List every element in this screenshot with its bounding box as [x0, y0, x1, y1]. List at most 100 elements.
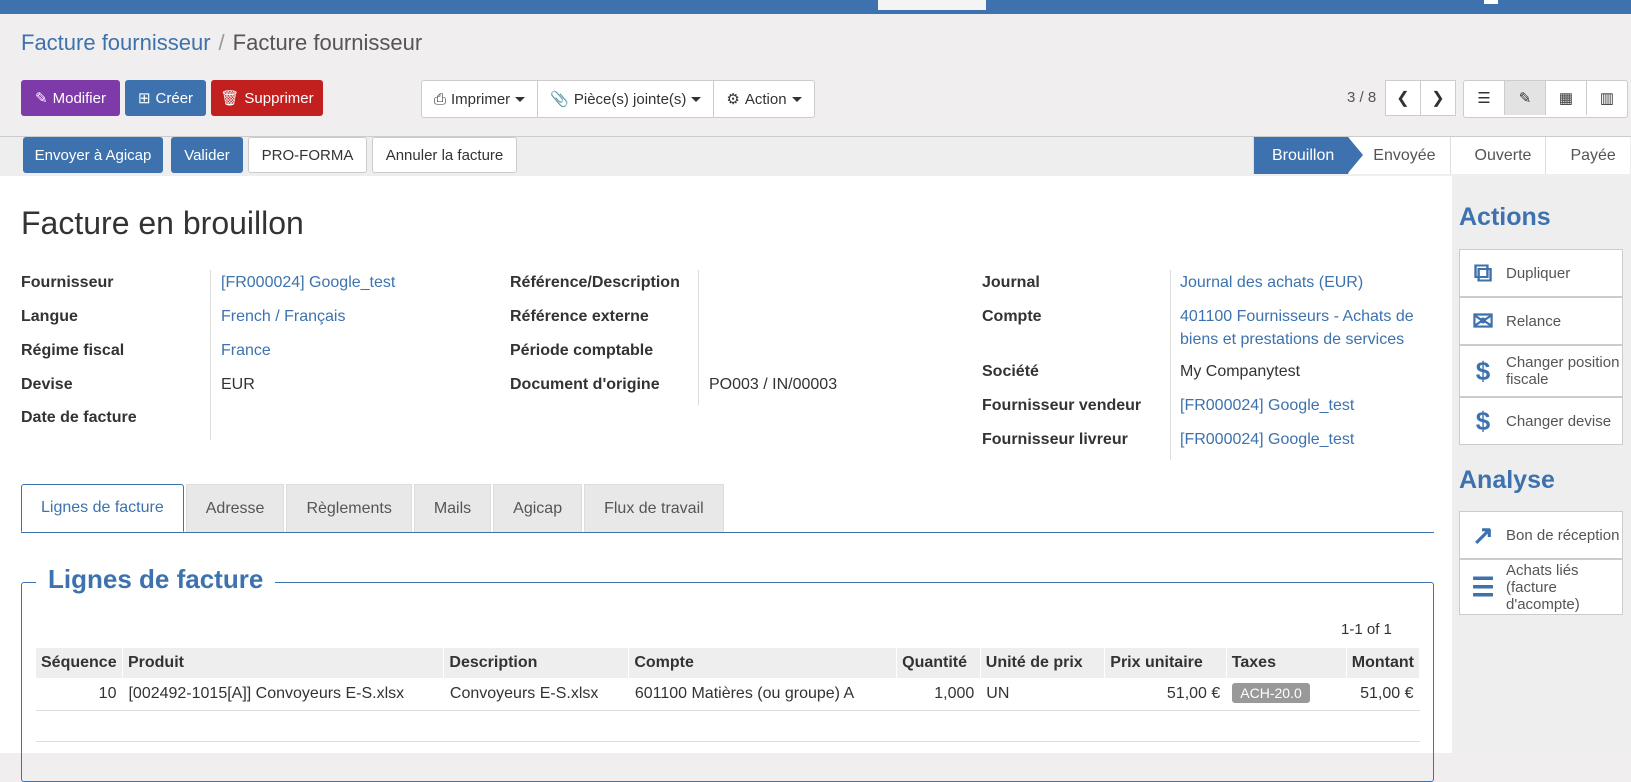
navbar-active-tab[interactable] — [878, 0, 986, 10]
column-divider — [210, 270, 211, 440]
send-agicap-button[interactable]: Envoyer à Agicap — [23, 137, 163, 173]
cell-quantity: 1,000 — [896, 678, 981, 711]
journal-field[interactable]: Journal des achats (EUR) — [1180, 274, 1363, 292]
actions-heading: Actions — [1459, 203, 1551, 231]
linked-purchases-action[interactable]: ☰ Achats liés (facture d'acompte) — [1459, 559, 1623, 615]
invoice-lines-legend: Lignes de facture — [36, 564, 276, 595]
caret-down-icon — [791, 96, 802, 102]
reference-label: Référence/Description — [510, 274, 680, 291]
table-row[interactable]: 10 [002492-1015[A]] Convoyeurs E-S.xlsx … — [36, 678, 1420, 711]
column-header-account[interactable]: Compte — [628, 648, 898, 678]
breadcrumb-parent-link[interactable]: Facture fournisseur — [21, 30, 211, 55]
breadcrumb: Facture fournisseur / Facture fournisseur — [21, 30, 423, 55]
vendor-supplier-field[interactable]: [FR000024] Google_test — [1180, 397, 1354, 415]
attachments-dropdown[interactable]: 📎 Pièce(s) jointe(s) — [538, 81, 715, 117]
toolbar-dropdowns: ⎙ Imprimer 📎 Pièce(s) jointe(s) ⚙ Action — [421, 80, 815, 118]
envelope-icon: ✉ — [1472, 305, 1494, 336]
validate-button[interactable]: Valider — [171, 137, 243, 173]
edit-button[interactable]: ✎ Modifier — [21, 80, 120, 116]
print-dropdown[interactable]: ⎙ Imprimer — [422, 81, 539, 117]
tab-underline — [21, 532, 1434, 533]
change-currency-action[interactable]: $ Changer devise — [1459, 397, 1623, 445]
tab-mails[interactable]: Mails — [413, 484, 492, 532]
stage-open[interactable]: Ouverte — [1449, 137, 1546, 174]
column-header-taxes[interactable]: Taxes — [1226, 648, 1347, 678]
source-document-label: Document d'origine — [510, 376, 660, 393]
delete-button[interactable]: 🗑 Supprimer — [211, 80, 323, 116]
column-header-quantity[interactable]: Quantité — [896, 648, 981, 678]
journal-label: Journal — [982, 274, 1040, 291]
source-document-field[interactable]: PO003 / IN/00003 — [709, 376, 837, 394]
caret-down-icon — [515, 96, 526, 102]
external-reference-label: Référence externe — [510, 308, 649, 325]
status-stages: Brouillon Envoyée Ouverte Payée — [1253, 137, 1630, 174]
table-header-row: Séquence Produit Description Compte Quan… — [36, 648, 1421, 678]
next-record-button[interactable]: ❯ — [1420, 80, 1456, 116]
column-divider — [1170, 270, 1171, 460]
supplier-field[interactable]: [FR000024] Google_test — [221, 274, 395, 292]
cell-product: [002492-1015[A]] Convoyeurs E-S.xlsx — [122, 678, 444, 711]
cancel-invoice-button[interactable]: Annuler la facture — [372, 137, 517, 173]
tab-workflow[interactable]: Flux de travail — [584, 484, 724, 532]
cell-unit-price: 51,00 € — [1104, 678, 1227, 711]
change-fiscal-position-action[interactable]: $ Changer position fiscale — [1459, 345, 1623, 397]
column-header-unit-price[interactable]: Prix unitaire — [1104, 648, 1227, 678]
cell-account: 601100 Matières (ou groupe) A — [628, 678, 897, 711]
accounting-period-label: Période comptable — [510, 342, 654, 359]
duplicate-action[interactable]: ⧉ Dupliquer — [1459, 249, 1623, 297]
analysis-heading: Analyse — [1459, 466, 1555, 494]
view-switcher: ☰ ✎ ▦ ▥ — [1463, 80, 1628, 118]
external-link-icon: ↗ — [1472, 519, 1494, 550]
cell-price-unit: UN — [980, 678, 1105, 711]
language-field[interactable]: French / Français — [221, 308, 345, 326]
graph-view-button[interactable]: ▥ — [1587, 81, 1627, 115]
previous-record-button[interactable]: ❮ — [1385, 80, 1421, 116]
action-dropdown[interactable]: ⚙ Action — [714, 81, 813, 117]
column-header-sequence[interactable]: Séquence — [36, 648, 123, 678]
proforma-button[interactable]: PRO-FORMA — [248, 137, 367, 173]
tab-agicap[interactable]: Agicap — [493, 484, 583, 532]
currency-label: Devise — [21, 376, 73, 393]
cell-taxes: ACH-20.0 — [1226, 678, 1347, 711]
column-header-price-unit[interactable]: Unité de prix — [980, 648, 1106, 678]
page-title: Facture en brouillon — [21, 205, 304, 241]
create-button[interactable]: ⊞ Créer — [125, 80, 206, 116]
currency-field[interactable]: EUR — [221, 376, 255, 394]
company-field[interactable]: My Companytest — [1180, 363, 1300, 381]
form-view-button[interactable]: ✎ — [1505, 81, 1546, 115]
record-pager: 3 / 8 — [1347, 89, 1377, 106]
invoice-date-label: Date de facture — [21, 409, 137, 426]
column-divider — [698, 270, 699, 405]
reminder-action[interactable]: ✉ Relance — [1459, 297, 1623, 345]
stage-paid[interactable]: Payée — [1545, 137, 1630, 174]
lines-pager[interactable]: 1-1 of 1 — [1341, 621, 1392, 638]
tax-badge: ACH-20.0 — [1232, 683, 1310, 703]
edit-icon: ✎ — [35, 90, 48, 107]
list-icon: ☰ — [1471, 571, 1495, 602]
column-header-product[interactable]: Produit — [122, 648, 445, 678]
account-field-line1[interactable]: 401100 Fournisseurs - Achats de — [1180, 308, 1414, 326]
reception-action[interactable]: ↗ Bon de réception — [1459, 511, 1623, 559]
dollar-icon: $ — [1475, 405, 1491, 436]
tab-invoice-lines[interactable]: Lignes de facture — [21, 484, 184, 532]
cell-description: Convoyeurs E-S.xlsx — [443, 678, 629, 711]
tab-address[interactable]: Adresse — [185, 484, 285, 532]
notebook-tabs: Lignes de facture Adresse Règlements Mai… — [21, 484, 726, 532]
account-field-line2[interactable]: biens et prestations de services — [1180, 331, 1404, 349]
calendar-icon: ▦ — [1558, 90, 1574, 107]
column-header-amount[interactable]: Montant — [1346, 648, 1421, 678]
list-view-button[interactable]: ☰ — [1464, 81, 1505, 115]
delivery-supplier-field[interactable]: [FR000024] Google_test — [1180, 431, 1354, 449]
column-header-description[interactable]: Description — [443, 648, 630, 678]
empty-row — [36, 710, 1420, 742]
chevron-right-icon: ❯ — [1431, 90, 1445, 107]
dollar-icon: $ — [1475, 355, 1491, 386]
supplier-label: Fournisseur — [21, 274, 114, 291]
fiscal-position-field[interactable]: France — [221, 342, 271, 360]
vendor-supplier-label: Fournisseur vendeur — [982, 397, 1142, 414]
tab-payments[interactable]: Règlements — [286, 484, 412, 532]
stage-sent[interactable]: Envoyée — [1348, 137, 1450, 174]
calendar-view-button[interactable]: ▦ — [1546, 81, 1587, 115]
fiscal-position-label: Régime fiscal — [21, 342, 125, 359]
company-label: Société — [982, 363, 1039, 380]
